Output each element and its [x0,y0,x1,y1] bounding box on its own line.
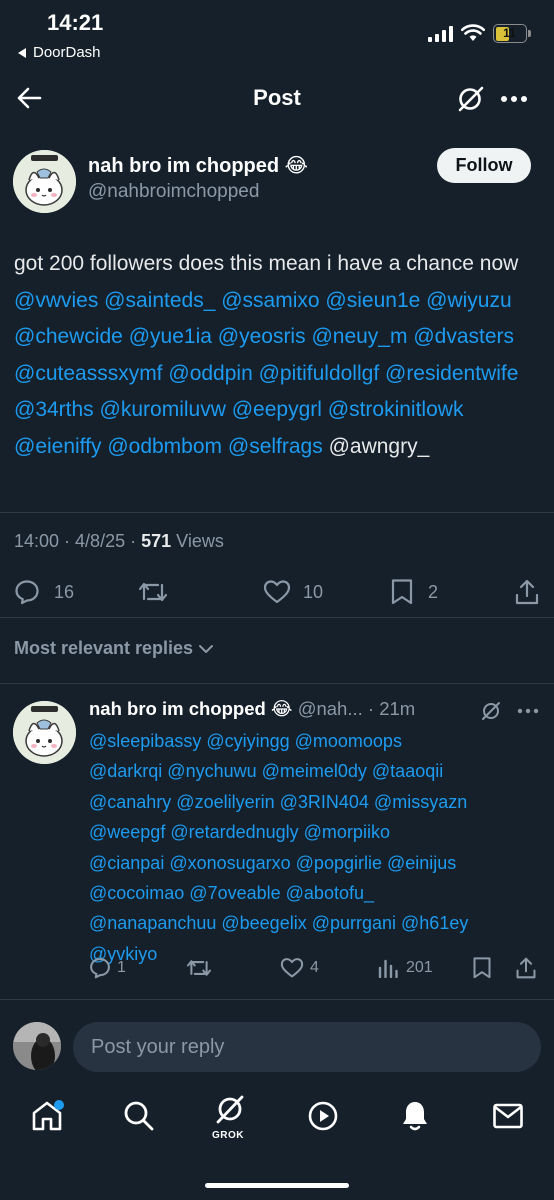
reply-bookmark-icon[interactable] [472,956,492,980]
reply-repost-icon[interactable] [186,957,212,979]
like-icon[interactable] [263,579,291,605]
reply-more-icon[interactable] [517,708,539,714]
author-name[interactable]: nah bro im chopped 😂 [88,153,308,178]
reply-mentions-line[interactable]: @darkrqi @nychuwu @meimel0dy @taaoqii [89,756,545,786]
reply-text: @sleepibassy @cyiyingg @moomoops @darkrqi… [89,726,545,969]
reply-like-count: 4 [310,959,319,976]
mention-link[interactable]: @selfrags [228,435,323,458]
mention-link[interactable]: @chewcide [14,325,123,348]
reply-reply-count: 1 [117,959,126,976]
mention-link[interactable]: @vwvies [14,289,98,312]
back-to-app-link[interactable]: DoorDash [18,44,101,61]
views-label: Views [176,531,224,551]
like-count: 10 [303,582,324,602]
play-icon[interactable] [307,1100,339,1132]
back-triangle-icon [18,47,26,58]
reply-mentions-line[interactable]: @cocoimao @7oveable @abotofu_ [89,878,545,908]
cellular-signal-icon [428,26,453,42]
mention-link[interactable]: @odbmbom [107,435,222,458]
mention-link[interactable]: @yeosris [218,325,306,348]
post-time: 14:00 [14,531,60,551]
mention-link[interactable]: @pitifuldollgf [259,362,380,385]
reply-author-handle[interactable]: @nah... [298,698,363,719]
post-meta: 14:00 · 4/8/25 · 571 Views [14,531,224,551]
user-avatar[interactable] [13,1022,61,1070]
author-handle[interactable]: @nahbroimchopped [88,181,259,203]
chevron-down-icon [197,643,215,655]
reply-share-icon[interactable] [515,956,537,980]
battery-level: 11 [503,26,516,40]
grok-tab-label: GROK [212,1130,244,1141]
reply-icon[interactable] [14,579,40,605]
mention-link[interactable]: @neuy_m [311,325,407,348]
reply-time: 21m [379,698,416,719]
mention-link[interactable]: @sainteds_ [104,289,215,312]
more-icon[interactable] [500,95,528,103]
grok-icon[interactable] [455,84,485,114]
mention-link[interactable]: @oddpin [168,362,252,385]
status-time: 14:21 [47,10,104,35]
mention-link[interactable]: @residentwife [385,362,518,385]
post-text: got 200 followers does this mean i have … [14,246,542,465]
repost-icon[interactable] [138,579,168,605]
mention-link[interactable]: @dvasters [413,325,514,348]
reply-reply-icon[interactable] [89,957,111,979]
back-app-label: DoorDash [33,44,101,61]
mention-link[interactable]: @ssamixo [221,289,319,312]
mention-link[interactable]: @eieniffy [14,435,101,458]
reply-author-name[interactable]: nah bro im chopped 😂 [89,698,293,719]
reply-grok-icon[interactable] [480,700,502,722]
reply-mentions-line[interactable]: @cianpai @xonosugarxo @popgirlie @einiju… [89,848,545,878]
mention-link[interactable]: @yue1ia [129,325,212,348]
reply-like-icon[interactable] [280,957,304,979]
home-icon[interactable] [30,1099,64,1133]
mention-link[interactable]: @cuteasssxymf [14,362,163,385]
reply-header: nah bro im chopped 😂 @nah... · 21m [89,698,416,719]
divider [0,512,554,513]
bookmark-count: 2 [428,582,439,602]
wifi-icon [461,24,485,42]
reply-mentions-line[interactable]: @nanapanchuu @beegelix @purrgani @h61ey [89,908,545,938]
battery-tip [528,30,531,37]
mention-link[interactable]: @kuromiluvw [100,398,226,421]
mention-link[interactable]: @strokinitlowk [328,398,464,421]
views-count: 571 [141,531,172,551]
reply-views-icon[interactable] [377,958,399,978]
divider [0,999,554,1000]
post-text-intro: got 200 followers does this mean i have … [14,252,519,275]
reply-mentions-line[interactable]: @canahry @zoelilyerin @3RIN404 @missyazn [89,787,545,817]
reply-mentions-line[interactable]: @sleepibassy @cyiyingg @moomoops [89,726,545,756]
replies-filter-dropdown[interactable]: Most relevant replies [14,638,215,659]
reply-count: 16 [54,582,75,602]
mention-link[interactable]: @eepygrl [232,398,322,421]
divider [0,617,554,618]
mail-icon[interactable] [492,1102,524,1130]
bookmark-icon[interactable] [390,578,414,606]
divider [0,683,554,684]
mention-link[interactable]: @wiyuzu [426,289,512,312]
reply-mentions-line[interactable]: @weepgf @retardednugly @morpiiko [89,817,545,847]
search-icon[interactable] [123,1100,155,1132]
reply-avatar[interactable] [13,701,76,764]
grok-tab-icon[interactable] [212,1094,248,1126]
reply-views-count: 201 [406,959,433,976]
follow-button[interactable]: Follow [437,148,531,183]
replies-filter-label: Most relevant replies [14,638,194,658]
mention-link[interactable]: @awngry_ [329,435,430,458]
home-indicator [205,1183,349,1188]
bell-icon[interactable] [399,1099,431,1133]
post-date: 4/8/25 [75,531,126,551]
share-icon[interactable] [514,578,540,606]
mention-link[interactable]: @34rths [14,398,94,421]
reply-input[interactable]: Post your reply [73,1022,541,1072]
mention-link[interactable]: @sieun1e [325,289,420,312]
avatar[interactable] [13,150,76,213]
battery-icon: 11 [493,24,527,43]
